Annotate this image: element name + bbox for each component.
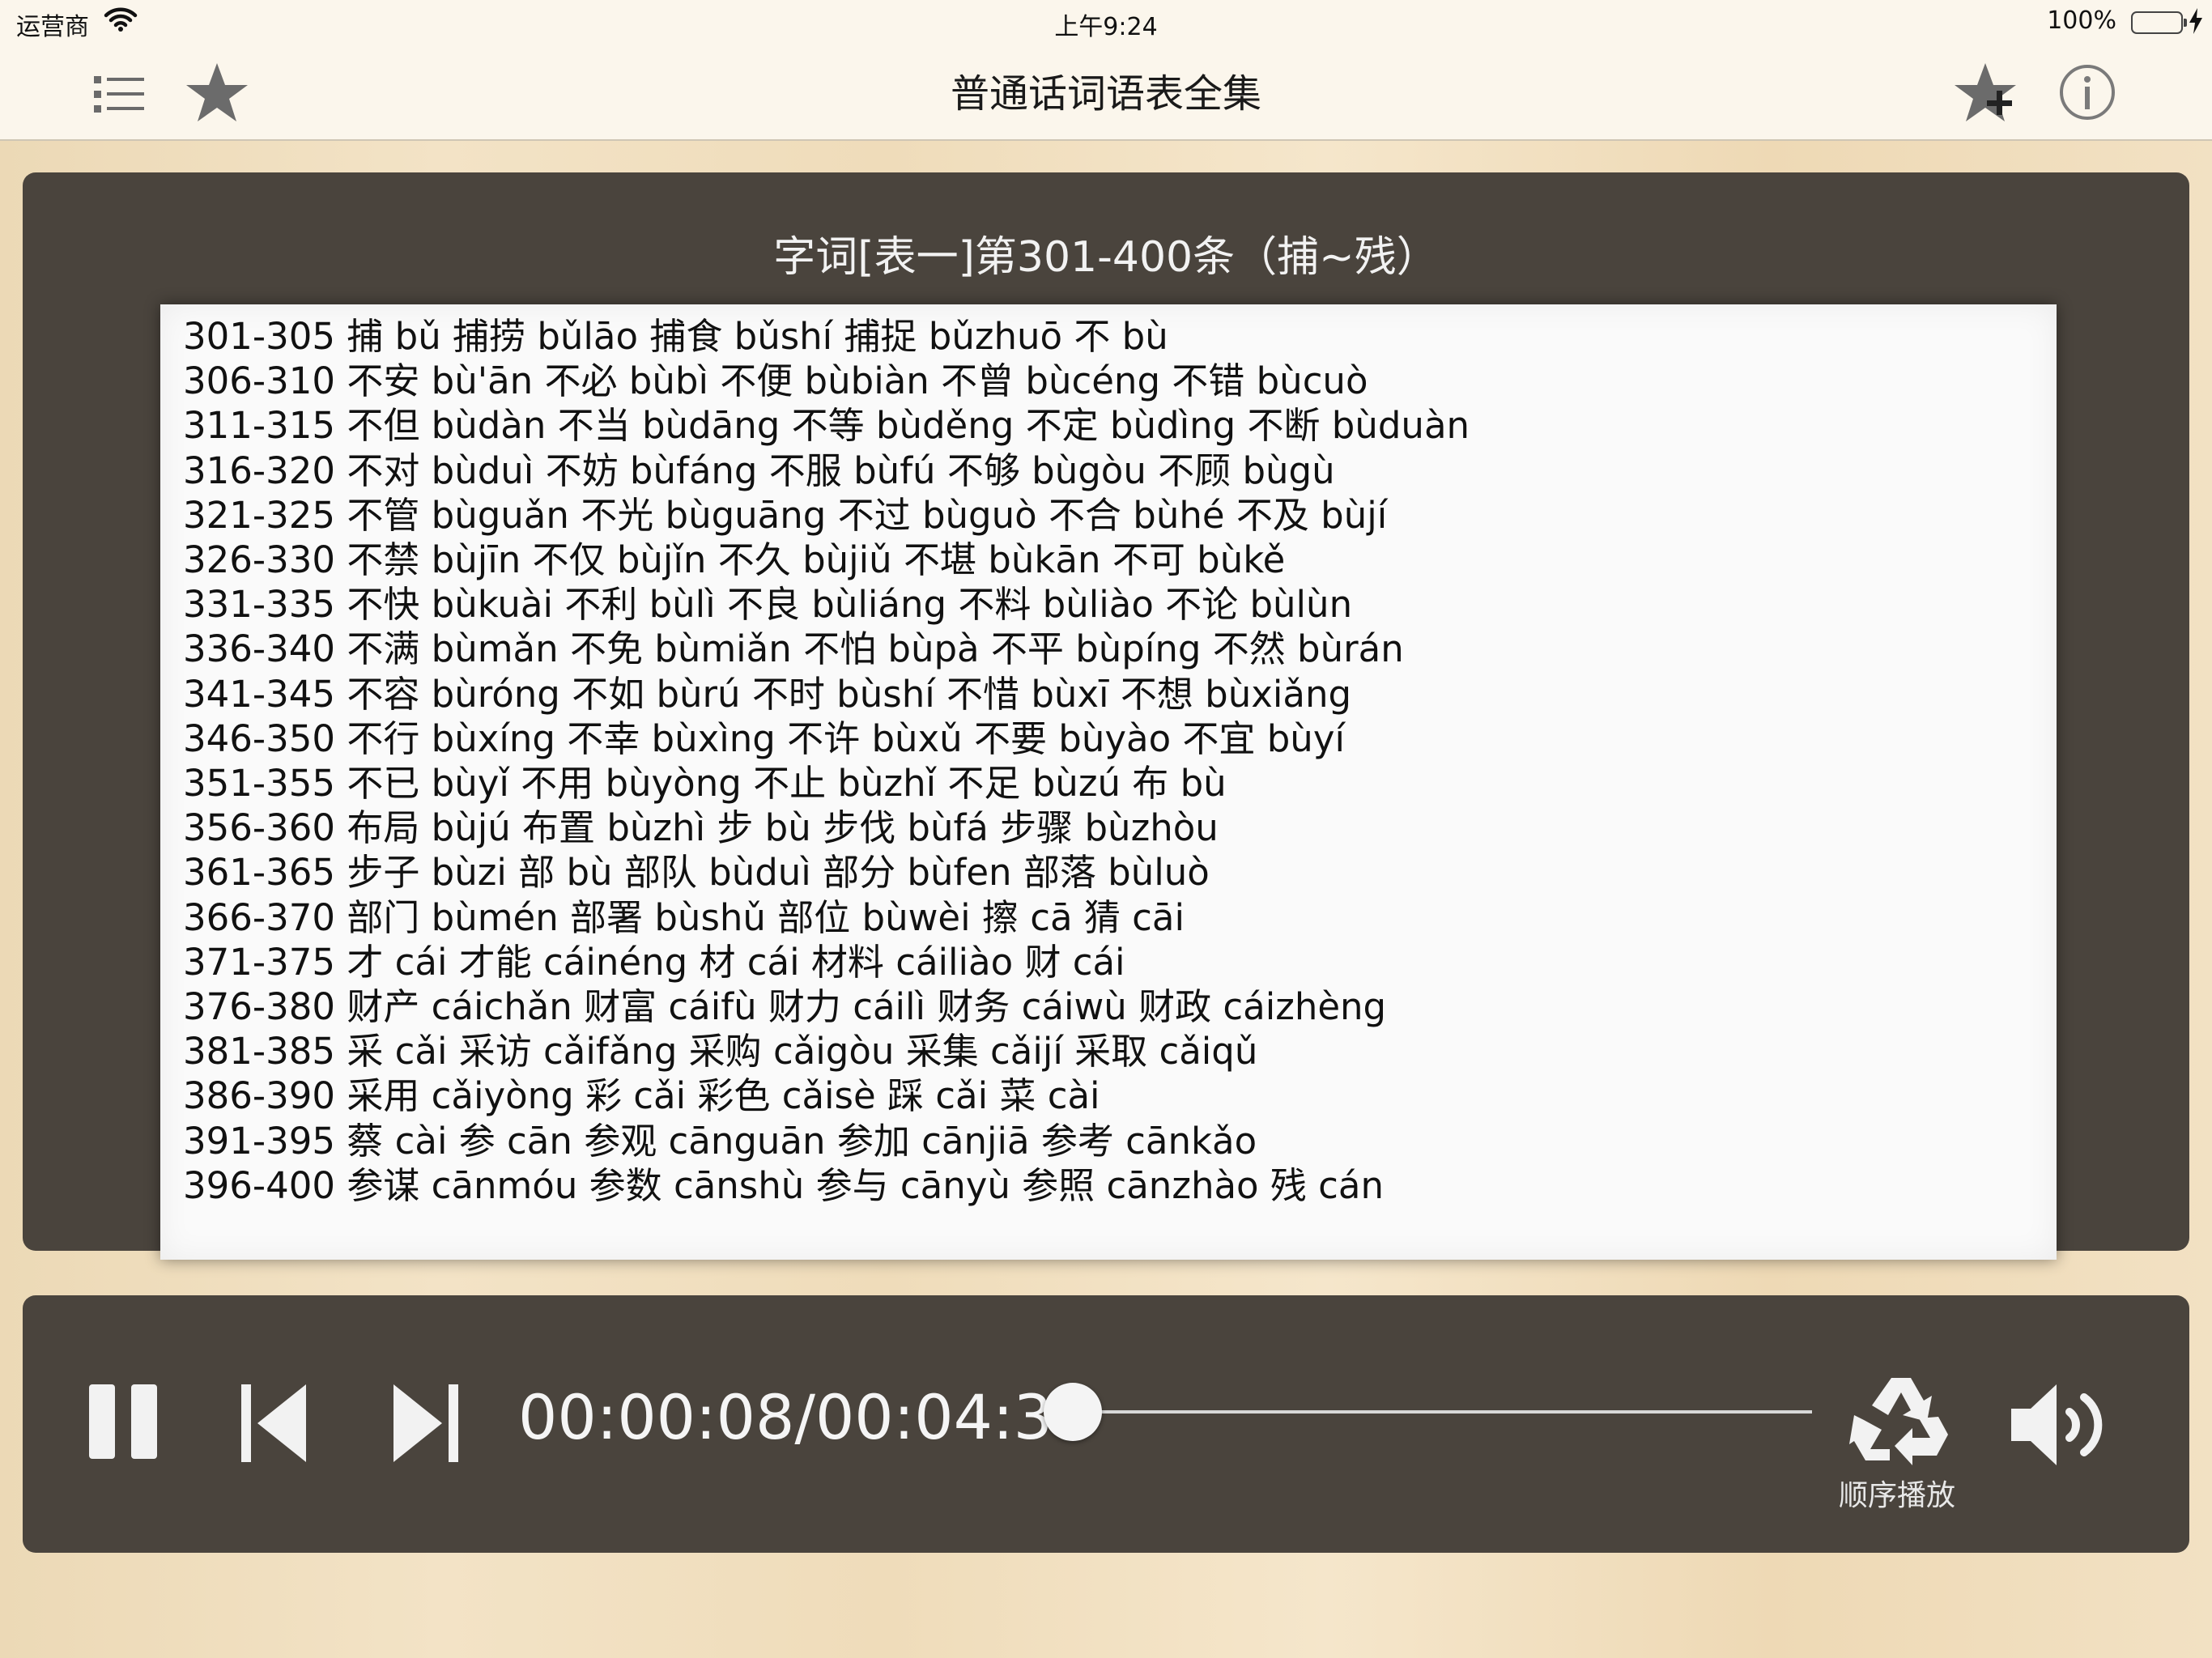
word-list-title: 字词[表一]第301-400条（捕~残） — [773, 233, 1439, 282]
info-icon[interactable] — [2053, 58, 2121, 126]
word-row: 301-305 捕 bǔ 捕捞 bǔlāo 捕食 bǔshí 捕捉 bǔzhuō… — [183, 315, 1168, 358]
time-display: 00:00:08/00:04:38 — [518, 1381, 1092, 1453]
word-row: 306-310 不安 bù'ān 不必 bùbì 不便 bùbiàn 不曾 bù… — [183, 359, 1368, 403]
word-row: 356-360 布局 bùjú 布置 bùzhì 步 bù 步伐 bùfá 步骤… — [183, 806, 1219, 850]
word-sheet[interactable]: 301-305 捕 bǔ 捕捞 bǔlāo 捕食 bǔshí 捕捉 bǔzhuō… — [160, 304, 2057, 1260]
pause-icon[interactable] — [84, 1381, 162, 1462]
word-row: 336-340 不满 bùmǎn 不免 bùmiǎn 不怕 bùpà 不平 bù… — [183, 627, 1404, 671]
word-row: 321-325 不管 bùguǎn 不光 bùguāng 不过 bùguò 不合… — [183, 493, 1388, 537]
battery-percent: 100% — [2047, 6, 2116, 35]
word-row: 346-350 不行 bùxíng 不幸 bùxìng 不许 bùxǔ 不要 b… — [183, 716, 1345, 760]
word-row: 366-370 部门 bùmén 部署 bùshǔ 部位 bùwèi 擦 cā … — [183, 895, 1185, 939]
word-row: 311-315 不但 bùdàn 不当 bùdāng 不等 bùděng 不定 … — [183, 404, 1470, 448]
word-row: 391-395 蔡 cài 参 cān 参观 cānguān 参加 cānjiā… — [183, 1119, 1257, 1163]
nav-bar: 普通话词语表全集 — [0, 44, 2212, 141]
word-row: 341-345 不容 bùróng 不如 bùrú 不时 bùshí 不惜 bù… — [183, 672, 1352, 716]
charging-icon — [2188, 8, 2204, 34]
word-row: 331-335 不快 bùkuài 不利 bùlì 不良 bùliáng 不料 … — [183, 583, 1353, 627]
word-row: 396-400 参谋 cānmóu 参数 cānshù 参与 cānyù 参照 … — [183, 1163, 1385, 1207]
word-row: 381-385 采 cǎi 采访 cǎifǎng 采购 cǎigòu 采集 cǎ… — [183, 1030, 1258, 1073]
play-mode-label[interactable]: 顺序播放 — [1812, 1472, 1982, 1514]
clock: 上午9:24 — [1054, 13, 1158, 41]
word-row: 351-355 不已 bùyǐ 不用 bùyòng 不止 bùzhǐ 不足 bù… — [183, 762, 1227, 806]
word-row: 316-320 不对 bùduì 不妨 bùfáng 不服 bùfú 不够 bù… — [183, 449, 1335, 492]
progress-track[interactable] — [1051, 1410, 1812, 1414]
word-list: 301-305 捕 bǔ 捕捞 bǔlāo 捕食 bǔshí 捕捉 bǔzhuō… — [183, 314, 1470, 1208]
player-panel: 00:00:08/00:04:38 顺序播放 — [23, 1295, 2189, 1553]
previous-icon[interactable] — [235, 1381, 313, 1465]
word-row: 361-365 步子 bùzi 部 bù 部队 bùduì 部分 bùfen 部… — [183, 851, 1210, 895]
word-row: 386-390 采用 cǎiyòng 彩 cǎi 彩色 cǎisè 踩 cǎi … — [183, 1074, 1100, 1118]
word-row: 371-375 才 cái 才能 cáinéng 材 cái 材料 cáilià… — [183, 940, 1125, 984]
word-panel: 字词[表一]第301-400条（捕~残） 301-305 捕 bǔ 捕捞 bǔl… — [23, 172, 2189, 1260]
page-title: 普通话词语表全集 — [950, 71, 1261, 117]
word-row: 376-380 财产 cáichǎn 财富 cáifù 财力 cáilì 财务 … — [183, 985, 1387, 1029]
word-row: 326-330 不禁 bùjīn 不仅 bùjǐn 不久 bùjiǔ 不堪 bù… — [183, 538, 1286, 582]
progress-thumb[interactable] — [1044, 1383, 1103, 1441]
status-bar: 运营商 上午9:24 100% — [0, 0, 2212, 44]
star-add-icon[interactable] — [1951, 58, 2019, 126]
recycle-icon[interactable] — [1849, 1373, 1953, 1467]
volume-icon[interactable] — [2006, 1376, 2112, 1473]
next-icon[interactable] — [387, 1381, 465, 1465]
battery-icon — [2131, 11, 2187, 34]
